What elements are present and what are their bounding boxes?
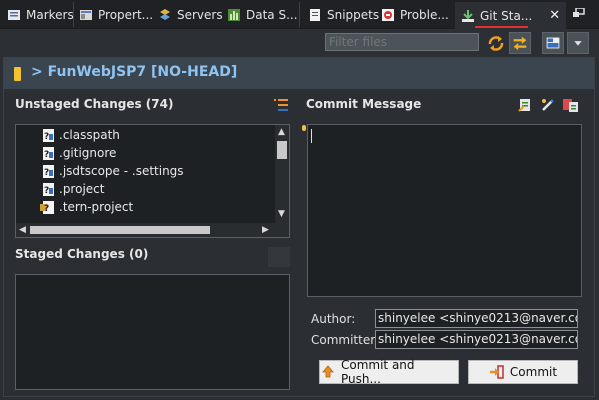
git-staging-icon: [462, 9, 474, 22]
list-item[interactable]: ? .gitignore: [42, 144, 116, 162]
view-tab-bar: Markers Propert... Servers Data S... Sni…: [0, 0, 599, 29]
scroll-left-icon[interactable]: ◀: [19, 225, 26, 235]
list-item[interactable]: ? .tern-project: [40, 198, 133, 216]
tab-git-staging[interactable]: Git Sta... ✕: [455, 2, 567, 29]
repository-icon: [14, 67, 21, 81]
committer-field[interactable]: shinyelee <shinye0213@naver.com>: [375, 330, 578, 349]
tab-data-source[interactable]: Data S...: [227, 4, 298, 26]
svg-text:?: ?: [44, 204, 49, 214]
close-tab-icon[interactable]: ✕: [549, 8, 560, 23]
markers-icon: [8, 10, 20, 20]
staged-toolbar-button[interactable]: [268, 247, 290, 267]
file-unknown-icon: ?: [43, 128, 54, 142]
tab-markers[interactable]: Markers: [7, 4, 74, 26]
scrollbar-thumb[interactable]: [277, 141, 287, 159]
tab-servers[interactable]: Servers: [158, 4, 223, 26]
layout-toggle-icon[interactable]: [542, 32, 564, 54]
data-source-icon: [228, 9, 240, 21]
file-unknown-icon: ?: [43, 182, 54, 196]
commit-and-push-button[interactable]: Commit and Push...: [319, 358, 459, 386]
svg-text:?: ?: [44, 186, 49, 196]
list-item[interactable]: ? .project: [42, 180, 104, 198]
vertical-scrollbar[interactable]: ▲ ▼: [275, 125, 289, 223]
list-item[interactable]: ? .classpath: [42, 126, 120, 144]
repository-title: > FunWebJSP7 [NO-HEAD]: [31, 64, 238, 80]
tab-snippets[interactable]: Snippets: [308, 4, 379, 26]
scroll-right-icon[interactable]: ▶: [262, 225, 269, 235]
svg-text:?: ?: [44, 168, 49, 178]
scrollbar-thumb[interactable]: [30, 226, 210, 234]
list-item[interactable]: ? .jsdtscope - .settings: [42, 162, 184, 180]
scroll-up-icon[interactable]: ▲: [278, 127, 285, 137]
staged-changes-title: Staged Changes (0): [15, 247, 149, 261]
file-unknown-icon: ?: [43, 146, 54, 160]
staged-file-list[interactable]: [15, 274, 290, 390]
maximize-view-icon[interactable]: [573, 8, 585, 18]
scroll-down-icon[interactable]: ▼: [278, 209, 285, 219]
tab-properties[interactable]: Propert...: [79, 4, 153, 26]
amend-commit-icon[interactable]: [562, 97, 580, 113]
compare-mode-icon[interactable]: [509, 32, 531, 54]
servers-icon: [160, 9, 170, 20]
horizontal-scrollbar[interactable]: ◀ ▶: [16, 223, 289, 237]
commit-message-title: Commit Message: [306, 97, 422, 111]
refresh-icon[interactable]: [485, 32, 507, 54]
view-mode-list-icon[interactable]: [273, 97, 289, 113]
properties-icon: [80, 10, 92, 20]
file-unknown-icon: ?: [40, 200, 54, 214]
view-toolbar: [0, 29, 599, 57]
unstaged-changes-title: Unstaged Changes (74): [15, 97, 174, 111]
active-tab-underline: [475, 26, 529, 28]
problems-icon: [382, 9, 394, 21]
svg-text:?: ?: [44, 132, 49, 142]
snippets-icon: [310, 9, 320, 21]
filter-files-input[interactable]: [325, 33, 479, 51]
file-unknown-icon: ?: [43, 164, 54, 178]
view-menu-icon[interactable]: [567, 32, 589, 54]
add-signed-off-by-icon[interactable]: [540, 97, 556, 113]
svg-text:?: ?: [44, 150, 49, 160]
commit-template-icon[interactable]: [517, 97, 533, 113]
unstaged-file-list[interactable]: ? .classpath ? .gitignore ? .jsdtscope -…: [15, 124, 290, 238]
commit-icon: [489, 365, 504, 379]
committer-label: Committer:: [311, 333, 379, 347]
repository-header: > FunWebJSP7 [NO-HEAD]: [4, 57, 594, 89]
author-label: Author:: [311, 312, 356, 326]
text-caret: [311, 129, 312, 143]
tab-problems[interactable]: Proble...: [381, 4, 449, 26]
author-field[interactable]: shinyelee <shinye0213@naver.com>: [375, 309, 578, 328]
push-icon: [322, 365, 334, 378]
commit-message-editor[interactable]: [307, 124, 582, 297]
commit-button[interactable]: Commit: [468, 360, 578, 384]
content-assist-hint-icon: [302, 125, 306, 131]
